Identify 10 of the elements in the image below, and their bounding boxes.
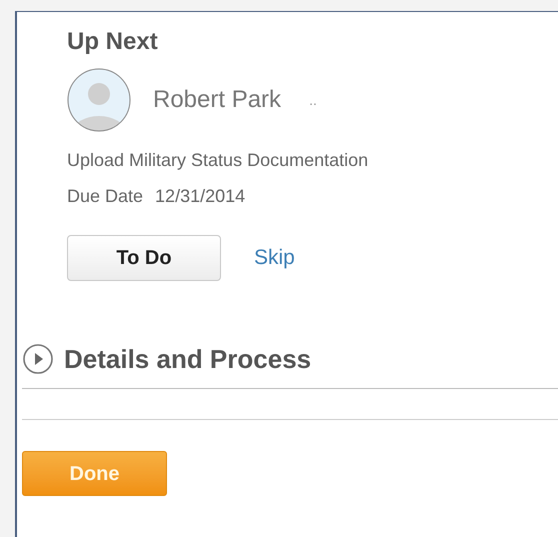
due-date-value: 12/31/2014: [155, 185, 246, 208]
person-name: Robert Park: [153, 85, 282, 115]
section-header[interactable]: Details and Process: [22, 339, 558, 379]
section-title: Details and Process: [64, 342, 312, 376]
to-do-button[interactable]: To Do: [67, 235, 221, 281]
due-date-label: Due Date: [67, 185, 144, 208]
section-title: Up Next: [67, 28, 159, 56]
more-text[interactable]: ..: [309, 90, 317, 110]
task-text: Upload Military Status Documentation: [67, 149, 370, 172]
skip-link[interactable]: Skip: [254, 242, 295, 274]
